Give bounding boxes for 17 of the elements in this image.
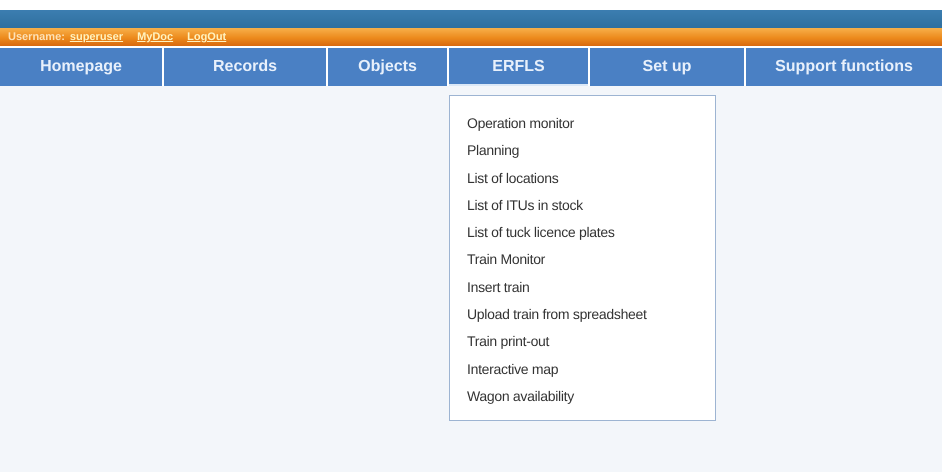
menu-item[interactable]: Planning: [467, 137, 520, 165]
nav-tab[interactable]: Homepage: [0, 48, 162, 86]
menu-item[interactable]: Wagon availability: [467, 382, 574, 410]
menu-item[interactable]: Train print-out: [467, 328, 550, 356]
menu-item[interactable]: List of tuck licence plates: [467, 219, 615, 246]
nav-tab[interactable]: Records: [164, 48, 326, 86]
menu-item[interactable]: Train Monitor: [467, 246, 546, 274]
menu-item[interactable]: Insert train: [467, 274, 530, 302]
nav-tab[interactable]: Set up: [590, 48, 744, 86]
username-label: Username:: [8, 31, 65, 43]
nav-tab[interactable]: Objects: [328, 48, 447, 86]
menu-item[interactable]: Operation monitor: [467, 110, 574, 138]
menu-item[interactable]: List of ITUs in stock: [467, 192, 583, 220]
nav-tab[interactable]: Support functions: [746, 48, 942, 86]
menu-item[interactable]: Upload train from spreadsheet: [467, 301, 647, 328]
menu-item[interactable]: Interactive map: [467, 356, 558, 383]
menu-item[interactable]: List of locations: [467, 164, 558, 192]
